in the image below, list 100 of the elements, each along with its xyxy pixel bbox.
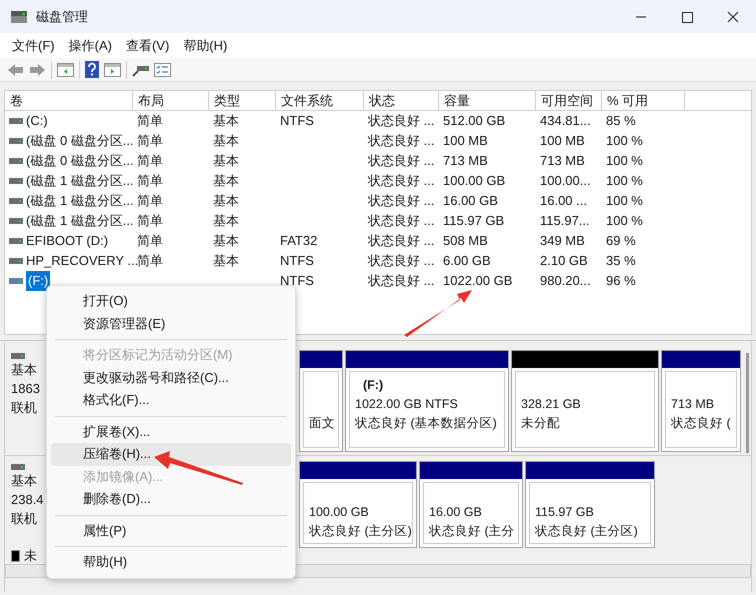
table-cell-text: 85 % [606, 112, 636, 130]
table-cell-text: 115.97 GB [443, 212, 504, 230]
table-cell-text: 713 MB [443, 152, 488, 170]
help-icon[interactable] [85, 61, 99, 78]
table-cell-text: 基本 [213, 232, 239, 250]
drive-icon [9, 157, 23, 165]
partition-info: 328.21 GB [521, 396, 581, 413]
drive-icon [9, 177, 23, 185]
table-cell-text: FAT32 [280, 232, 318, 250]
table-cell-text: 简单 [137, 132, 163, 150]
table-cell-text: 简单 [137, 252, 163, 270]
table-row[interactable]: (磁盘 0 磁盘分区... 简单 基本 状态良好 ... 713 MB 713 MB 100 % [5, 151, 751, 171]
panel-icon[interactable] [57, 62, 74, 76]
drive-icon [9, 257, 23, 265]
table-row[interactable]: (磁盘 1 磁盘分区... 简单 基本 状态良好 ... 16.00 GB 16.00 ... 100 % [5, 191, 751, 211]
context-menu-item[interactable]: 格式化(F)... [51, 389, 291, 412]
table-cell-text: 96 % [606, 272, 636, 290]
drive-icon [9, 277, 23, 285]
checklist-icon[interactable] [154, 62, 171, 76]
column-header[interactable]: % 可用 [602, 91, 685, 110]
table-cell-text: 100 % [606, 172, 643, 190]
panel-icon[interactable] [104, 62, 121, 76]
table-cell-text: 基本 [213, 172, 239, 190]
menu-item[interactable]: 文件(F) [6, 36, 61, 56]
table-cell-text: 6.00 GB [443, 252, 491, 270]
table-cell-text: 状态良好 ... [368, 272, 434, 290]
table-cell-text: NTFS [280, 272, 314, 290]
table-cell-text: 2.10 GB [540, 252, 588, 270]
partition-block[interactable]: 115.97 GB 状态良好 (主分区) [525, 461, 655, 548]
table-cell-text: 简单 [137, 172, 163, 190]
table-cell-text: 基本 [213, 252, 239, 270]
partition-block[interactable]: 面文 [299, 350, 343, 452]
table-cell-text: 状态良好 ... [368, 112, 434, 130]
drive-icon [11, 352, 25, 360]
menu-item[interactable]: 帮助(H) [177, 36, 234, 56]
table-cell-text: 简单 [137, 232, 163, 250]
table-row[interactable]: (F:) NTFS 状态良好 ... 1022.00 GB 980.20... 96 % [5, 271, 751, 291]
table-row[interactable]: HP_RECOVERY ...简单 基本 NTFS 状态良好 ... 6.00 GB 2.10 GB 35 % [5, 251, 751, 271]
window-title: 磁盘管理 [36, 8, 88, 26]
partition-block[interactable]: 328.21 GB 未分配 [511, 350, 659, 452]
table-cell-text: (磁盘 1 磁盘分区... [26, 172, 134, 190]
drive-icon [9, 137, 23, 145]
partition-info: 面文 [309, 415, 335, 432]
menu-item[interactable]: 操作(A) [62, 36, 118, 56]
context-menu-item[interactable]: 打开(O) [51, 290, 291, 312]
table-cell-text: 16.00 ... [540, 192, 587, 210]
table-cell-text: 状态良好 ... [368, 232, 434, 250]
table-cell-text: 简单 [137, 212, 163, 230]
table-row[interactable]: (磁盘 0 磁盘分区... 简单 基本 状态良好 ... 100 MB 100 MB 100 % [5, 131, 751, 151]
table-cell-text: 基本 [213, 112, 239, 130]
table-cell-text: 基本 [213, 192, 239, 210]
table-cell-text: (磁盘 1 磁盘分区... [26, 212, 134, 230]
partition-info: 115.97 GB [535, 504, 594, 521]
table-cell-text: 100.00 GB [443, 172, 506, 190]
partition-info: 状态良好 (主分 [429, 523, 515, 540]
disk-info: 1863 [11, 380, 40, 398]
context-menu-item[interactable]: 帮助(H) [51, 551, 291, 574]
partition-block[interactable]: 713 MB 状态良好 ( [661, 350, 741, 452]
vertical-scrollbar[interactable] [746, 353, 749, 453]
partition-info: 未分配 [521, 415, 560, 432]
column-header[interactable]: 容量 [439, 91, 536, 110]
table-cell-text: 16.00 GB [443, 192, 498, 210]
context-menu-item[interactable]: 资源管理器(E) [51, 312, 291, 335]
table-cell-text: NTFS [280, 112, 314, 130]
context-menu-item[interactable]: 删除卷(D)... [51, 488, 291, 510]
table-row[interactable]: (磁盘 1 磁盘分区... 简单 基本 状态良好 ... 115.97 GB 115.97... 100 % [5, 211, 751, 231]
context-menu-item[interactable]: 压缩卷(H)... [51, 443, 291, 466]
drive-icon [9, 197, 23, 205]
context-menu-item[interactable]: 属性(P) [51, 520, 291, 542]
table-row[interactable]: (磁盘 1 磁盘分区... 简单 基本 状态良好 ... 100.00 GB 100.00... 100 % [5, 171, 751, 191]
partition-block[interactable]: 100.00 GB 状态良好 (主分区) [299, 461, 417, 548]
table-cell-text: 35 % [606, 252, 636, 270]
table-cell-text: 980.20... [540, 272, 591, 290]
partition-block[interactable]: (F:) 1022.00 GB NTFS 状态良好 (基本数据分区) [345, 350, 509, 452]
table-cell-text: 基本 [213, 132, 239, 150]
partition-info: 状态良好 (主分区) [309, 523, 412, 540]
column-header[interactable]: 卷 [5, 91, 133, 110]
partition-block[interactable]: 16.00 GB 状态良好 (主分 [419, 461, 523, 548]
context-menu-item[interactable]: 扩展卷(X)... [51, 420, 291, 443]
table-cell-text: 基本 [213, 152, 239, 170]
column-header[interactable]: 文件系统 [276, 91, 364, 110]
forward-arrow-icon[interactable] [29, 62, 46, 76]
context-menu-item[interactable]: 更改驱动器号和路径(C)... [51, 366, 291, 389]
table-row[interactable]: EFIBOOT (D:) 简单 基本 FAT32 状态良好 ... 508 MB 349 MB 69 % [5, 231, 751, 251]
table-cell-text: 简单 [137, 112, 163, 130]
table-row[interactable]: (C:) 简单 基本 NTFS 状态良好 ... 512.00 GB 434.81... 85 % [5, 111, 751, 131]
column-header[interactable]: 状态 [364, 91, 439, 110]
column-header[interactable]: 布局 [133, 91, 209, 110]
table-cell-text: 349 MB [540, 232, 585, 250]
table-cell-text: 100 % [606, 152, 643, 170]
column-header[interactable]: 类型 [209, 91, 276, 110]
table-cell-text: 100 % [606, 212, 643, 230]
column-header[interactable]: 可用空间 [536, 91, 602, 110]
table-cell-text: 1022.00 GB [443, 272, 512, 290]
menu-item[interactable]: 查看(V) [120, 36, 176, 56]
partition-label: (F:) [362, 377, 384, 394]
table-cell-text: (磁盘 1 磁盘分区... [26, 192, 134, 210]
back-arrow-icon[interactable] [7, 62, 24, 76]
disk-info: 基本 [11, 472, 37, 490]
table-cell-text: 434.81... [540, 112, 591, 130]
